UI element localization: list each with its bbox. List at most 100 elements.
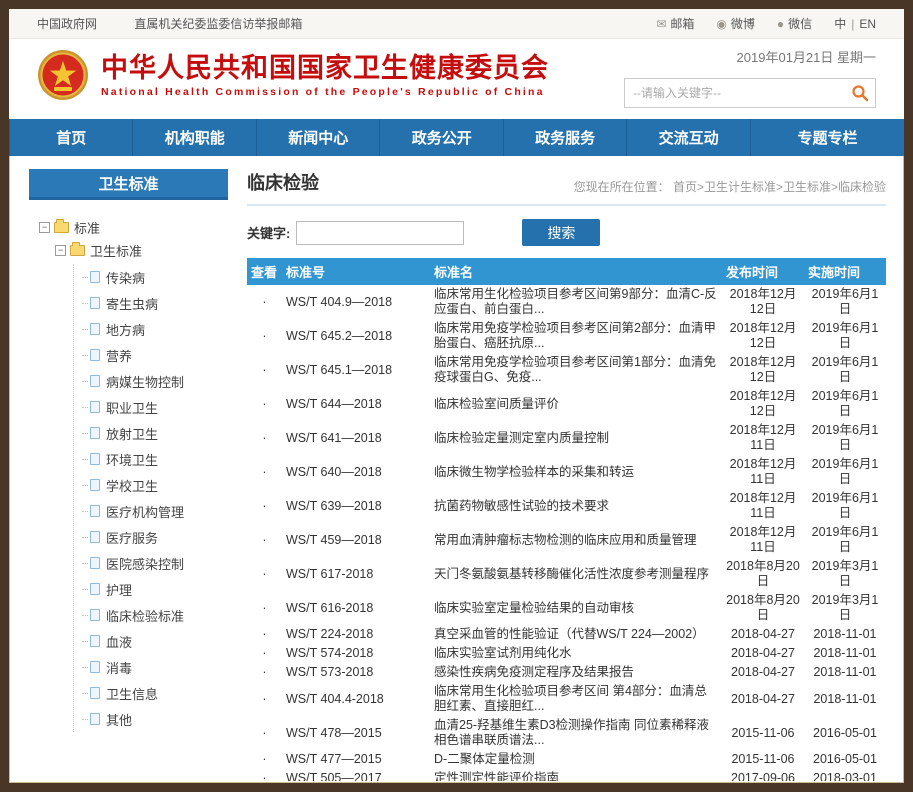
- nav-item[interactable]: 交流互动: [626, 119, 749, 156]
- standard-number: WS/T 477—2015: [282, 750, 430, 769]
- tree-leaf-item[interactable]: 医院感染控制: [74, 550, 222, 576]
- standard-number: WS/T 617-2018: [282, 557, 430, 591]
- table-row: · WS/T 478—2015 血清25-羟基维生素D3检测操作指南 同位素稀释…: [247, 716, 886, 750]
- tree-leaf-item[interactable]: 职业卫生: [74, 394, 222, 420]
- tree-node-root[interactable]: 标准: [39, 218, 222, 237]
- row-bullet: ·: [247, 663, 282, 682]
- weibo-link[interactable]: ◉ 微博: [716, 15, 755, 32]
- implement-date: 2016-05-01: [804, 716, 886, 750]
- implement-date: 2016-05-01: [804, 750, 886, 769]
- tree-leaf-item[interactable]: 传染病: [74, 264, 222, 290]
- wechat-link[interactable]: ● 微信: [777, 15, 812, 32]
- implement-date: 2019年6月1日: [804, 523, 886, 557]
- nav-item[interactable]: 政务服务: [503, 119, 626, 156]
- tree-leaf-item[interactable]: 消毒: [74, 654, 222, 680]
- row-bullet: ·: [247, 750, 282, 769]
- standard-name-link[interactable]: 临床实验室试剂用纯化水: [430, 644, 722, 663]
- tree-leaf-item[interactable]: 放射卫生: [74, 420, 222, 446]
- nav-item[interactable]: 机构职能: [132, 119, 255, 156]
- breadcrumb[interactable]: 您现在所在位置： 首页>卫生计生标准>卫生标准>临床检验: [574, 178, 886, 195]
- document-icon: [90, 297, 100, 309]
- standard-name-link[interactable]: 真空采血管的性能验证（代替WS/T 224—2002）: [430, 625, 722, 644]
- tree-leaf-label: 血液: [106, 632, 132, 651]
- nav-item[interactable]: 首页: [9, 119, 132, 156]
- mail-icon: ✉: [656, 17, 666, 31]
- tree-leaf-item[interactable]: 护理: [74, 576, 222, 602]
- tree-leaf-item[interactable]: 学校卫生: [74, 472, 222, 498]
- table-row: · WS/T 645.1—2018 临床常用免疫学检验项目参考区间第1部分：血清…: [247, 353, 886, 387]
- header-right: 2019年01月21日 星期一: [624, 47, 876, 108]
- tree-leaf-label: 其他: [106, 710, 132, 729]
- standard-number: WS/T 641—2018: [282, 421, 430, 455]
- tree-node-health-standards[interactable]: 卫生标准: [55, 241, 222, 260]
- row-bullet: ·: [247, 591, 282, 625]
- col-header-view: 查看: [247, 258, 282, 285]
- publish-date: 2018年12月12日: [722, 319, 804, 353]
- standard-number: WS/T 478—2015: [282, 716, 430, 750]
- keyword-search-row: 关键字: 搜索: [247, 219, 886, 246]
- tree-leaf-item[interactable]: 其他: [74, 706, 222, 732]
- publish-date: 2015-11-06: [722, 716, 804, 750]
- standards-table: 查看 标准号 标准名 发布时间 实施时间 · WS/T 404.9—2018 临…: [247, 258, 886, 781]
- folder-icon: [70, 245, 85, 256]
- mail-link[interactable]: ✉ 邮箱: [656, 15, 694, 32]
- standard-name-link[interactable]: 临床微生物学检验样本的采集和转运: [430, 455, 722, 489]
- document-icon: [90, 271, 100, 283]
- lang-zh[interactable]: 中: [834, 17, 846, 31]
- tree-leaf-label: 病媒生物控制: [106, 372, 184, 391]
- tree-leaf-item[interactable]: 寄生虫病: [74, 290, 222, 316]
- table-row: · WS/T 617-2018 天门冬氨酸氨基转移酶催化活性浓度参考测量程序 2…: [247, 557, 886, 591]
- collapse-icon[interactable]: [39, 222, 50, 233]
- tree-leaf-label: 临床检验标准: [106, 606, 184, 625]
- tree-leaf-label: 寄生虫病: [106, 294, 158, 313]
- standard-name-link[interactable]: 天门冬氨酸氨基转移酶催化活性浓度参考测量程序: [430, 557, 722, 591]
- tree-leaf-item[interactable]: 医疗机构管理: [74, 498, 222, 524]
- standard-name-link[interactable]: 临床常用免疫学检验项目参考区间第2部分：血清甲胎蛋白、癌胚抗原...: [430, 319, 722, 353]
- standard-name-link[interactable]: 临床常用生化检验项目参考区间第9部分：血清C-反应蛋白、前白蛋白...: [430, 285, 722, 319]
- table-row: · WS/T 573-2018 感染性疾病免疫测定程序及结果报告 2018-04…: [247, 663, 886, 682]
- table-row: · WS/T 574-2018 临床实验室试剂用纯化水 2018-04-27 2…: [247, 644, 886, 663]
- standard-name-link[interactable]: 临床检验室间质量评价: [430, 387, 722, 421]
- col-header-name: 标准名: [430, 258, 722, 285]
- lang-en[interactable]: EN: [859, 17, 876, 31]
- nav-item[interactable]: 政务公开: [379, 119, 502, 156]
- nav-item[interactable]: 新闻中心: [256, 119, 379, 156]
- search-button[interactable]: 搜索: [522, 219, 600, 246]
- tree-leaf-item[interactable]: 环境卫生: [74, 446, 222, 472]
- tree-leaf-item[interactable]: 营养: [74, 342, 222, 368]
- tree-leaf-label: 消毒: [106, 658, 132, 677]
- standard-name-link[interactable]: 常用血清肿瘤标志物检测的临床应用和质量管理: [430, 523, 722, 557]
- standard-name-link[interactable]: 临床常用免疫学检验项目参考区间第1部分：血清免疫球蛋白G、免疫...: [430, 353, 722, 387]
- standard-name-link[interactable]: 抗菌药物敏感性试验的技术要求: [430, 489, 722, 523]
- search-icon[interactable]: [851, 84, 869, 102]
- standard-name-link[interactable]: 临床常用生化检验项目参考区间 第4部分：血清总胆红素、直接胆红...: [430, 682, 722, 716]
- keyword-input[interactable]: [296, 221, 464, 245]
- link-gov-portal[interactable]: 中国政府网: [37, 17, 97, 31]
- standard-number: WS/T 404.4-2018: [282, 682, 430, 716]
- collapse-icon[interactable]: [55, 245, 66, 256]
- tree-leaf-item[interactable]: 血液: [74, 628, 222, 654]
- nav-item[interactable]: 专题专栏: [750, 119, 904, 156]
- standard-name-link[interactable]: 临床实验室定量检验结果的自动审核: [430, 591, 722, 625]
- table-row: · WS/T 459—2018 常用血清肿瘤标志物检测的临床应用和质量管理 20…: [247, 523, 886, 557]
- tree-leaf-item[interactable]: 临床检验标准: [74, 602, 222, 628]
- tree-leaf-item[interactable]: 卫生信息: [74, 680, 222, 706]
- tree-leaf-item[interactable]: 地方病: [74, 316, 222, 342]
- implement-date: 2019年6月1日: [804, 319, 886, 353]
- current-date: 2019年01月21日 星期一: [624, 47, 876, 66]
- implement-date: 2019年6月1日: [804, 353, 886, 387]
- standard-name-link[interactable]: 临床检验定量测定室内质量控制: [430, 421, 722, 455]
- link-report-mailbox[interactable]: 直属机关纪委监委信访举报邮箱: [134, 17, 302, 31]
- implement-date: 2019年6月1日: [804, 455, 886, 489]
- standard-name-link[interactable]: 定性测定性能评价指南: [430, 769, 722, 781]
- folder-icon: [54, 222, 69, 233]
- standard-name-link[interactable]: 血清25-羟基维生素D3检测操作指南 同位素稀释液相色谱串联质谱法...: [430, 716, 722, 750]
- standard-name-link[interactable]: 感染性疾病免疫测定程序及结果报告: [430, 663, 722, 682]
- implement-date: 2018-11-01: [804, 682, 886, 716]
- tree-leaf-item[interactable]: 医疗服务: [74, 524, 222, 550]
- standard-name-link[interactable]: D-二聚体定量检测: [430, 750, 722, 769]
- sidebar-title: 卫生标准: [29, 169, 228, 200]
- site-search-input[interactable]: [633, 86, 851, 100]
- tree-leaf-item[interactable]: 病媒生物控制: [74, 368, 222, 394]
- table-head: 查看 标准号 标准名 发布时间 实施时间: [247, 258, 886, 285]
